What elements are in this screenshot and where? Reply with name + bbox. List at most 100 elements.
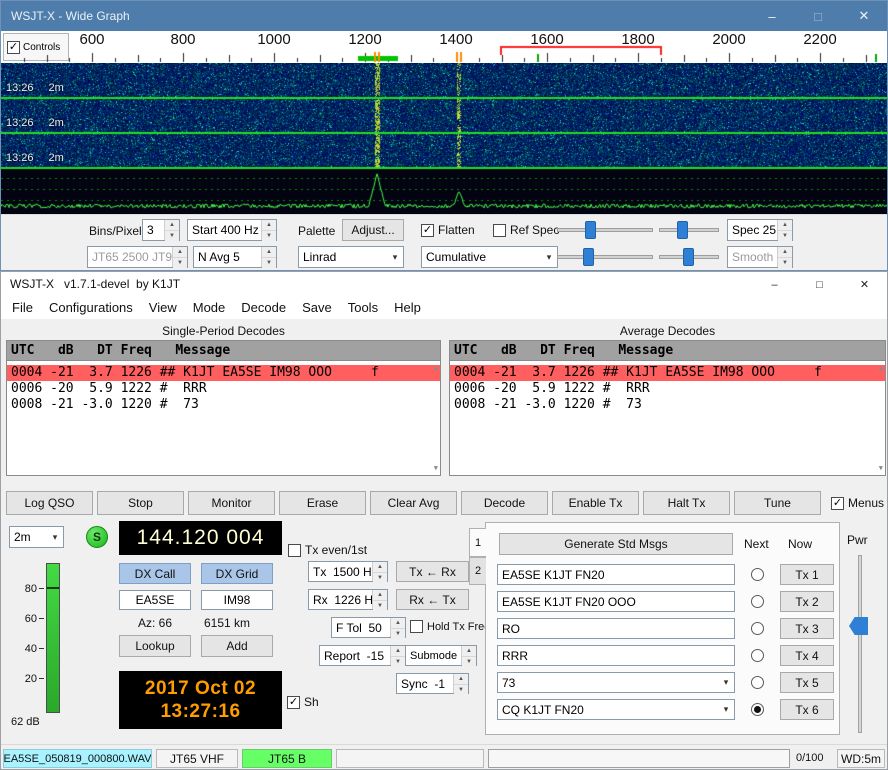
slider-handle[interactable] (585, 221, 596, 239)
halt-tx-button[interactable]: Halt Tx (643, 491, 730, 515)
tx-tab-2[interactable]: 2 (469, 557, 486, 585)
dx-grid-button[interactable]: DX Grid (201, 563, 273, 584)
tx-to-rx-button[interactable]: Tx ← Rx (396, 561, 469, 582)
tx-next-radio-6[interactable] (751, 703, 764, 716)
spin-down-icon[interactable]: ▼ (373, 573, 387, 583)
spin-down-icon[interactable]: ▼ (778, 258, 792, 268)
decode-row[interactable]: 0006 -20 5.9 1222 # RRR (7, 381, 440, 397)
slider-handle[interactable] (583, 248, 594, 266)
spin-up-icon[interactable]: ▲ (391, 646, 405, 657)
tx-even-checkbox[interactable]: Tx even/1st (288, 543, 367, 557)
ftol-spinbox[interactable]: F Tol 50 ▲▼ (331, 617, 406, 638)
spin-down-icon[interactable]: ▼ (165, 231, 179, 241)
erase-button[interactable]: Erase (279, 491, 366, 515)
spin-up-icon[interactable]: ▲ (778, 247, 792, 258)
tune-button[interactable]: Tune (734, 491, 821, 515)
spin-up-icon[interactable]: ▲ (373, 562, 387, 573)
decode-button[interactable]: Decode (461, 491, 548, 515)
spectrum-zero-slider[interactable] (659, 248, 719, 266)
tx-now-button-2[interactable]: Tx 2 (780, 591, 834, 612)
decode-text-area[interactable]: 0004 -21 3.7 1226 ## K1JT EA5SE IM98 OOO… (449, 360, 886, 476)
ref-spec-checkbox[interactable]: Ref Spec (493, 223, 559, 237)
tx-message-field-4[interactable]: RRR (497, 645, 735, 666)
maximize-icon[interactable]: □ (795, 1, 841, 31)
rx-freq-spinbox[interactable]: Rx 1226 Hz ▲▼ (308, 589, 388, 610)
decode-row[interactable]: 0006 -20 5.9 1222 # RRR (450, 381, 885, 397)
tx-next-radio-1[interactable] (751, 568, 764, 581)
spin-up-icon[interactable]: ▲ (778, 220, 792, 231)
menu-help[interactable]: Help (386, 297, 429, 319)
menu-tools[interactable]: Tools (340, 297, 386, 319)
spin-down-icon[interactable]: ▼ (462, 657, 476, 667)
spin-up-icon[interactable]: ▲ (173, 247, 187, 258)
stop-button[interactable]: Stop (97, 491, 184, 515)
rx-to-tx-button[interactable]: Rx ← Tx (396, 589, 469, 610)
n-avg-spinbox[interactable]: N Avg 5 ▲▼ (193, 246, 277, 268)
spin-down-icon[interactable]: ▼ (778, 231, 792, 241)
decode-text-area[interactable]: 0004 -21 3.7 1226 ## K1JT EA5SE IM98 OOO… (6, 360, 441, 476)
spin-up-icon[interactable]: ▲ (262, 247, 276, 258)
chevron-down-icon[interactable]: ▾ (47, 532, 63, 543)
tx-message-field-6[interactable]: CQ K1JT FN20 ▾ (497, 699, 735, 720)
spin-up-icon[interactable]: ▲ (391, 618, 405, 629)
bins-spinbox[interactable]: 3 ▲▼ (142, 219, 180, 241)
enable-tx-button[interactable]: Enable Tx (552, 491, 639, 515)
band-combo[interactable]: 2m ▾ (9, 526, 64, 548)
tx-now-button-4[interactable]: Tx 4 (780, 645, 834, 666)
tx-now-button-5[interactable]: Tx 5 (780, 672, 834, 693)
sync-spinbox[interactable]: Sync -1 ▲▼ (396, 673, 469, 694)
slider-handle[interactable] (677, 221, 688, 239)
smooth-spinbox[interactable]: Smooth 4 ▲▼ (727, 246, 793, 268)
spin-down-icon[interactable]: ▼ (262, 258, 276, 268)
clear-avg-button[interactable]: Clear Avg (370, 491, 457, 515)
decode-row[interactable]: 0008 -21 -3.0 1220 # 73 (7, 397, 440, 413)
monitor-button[interactable]: Monitor (188, 491, 275, 515)
adjust-palette-button[interactable]: Adjust... (342, 219, 404, 241)
generate-std-msgs-button[interactable]: Generate Std Msgs (499, 533, 733, 555)
spec-percent-spinbox[interactable]: Spec 25 % ▲▼ (727, 219, 793, 241)
water<br>fall-canvas[interactable] (1, 63, 888, 214)
scroll-up-icon[interactable]: ▲ (434, 364, 438, 372)
menu-configurations[interactable]: Configurations (41, 297, 141, 319)
menus-checkbox[interactable]: ✓ Menus (831, 496, 884, 510)
tx-message-field-5[interactable]: 73 ▾ (497, 672, 735, 693)
close-icon[interactable]: ✕ (841, 1, 887, 31)
pwr-slider[interactable] (858, 555, 862, 733)
tx-next-radio-4[interactable] (751, 649, 764, 662)
spin-up-icon[interactable]: ▲ (454, 674, 468, 685)
tx-now-button-3[interactable]: Tx 3 (780, 618, 834, 639)
tx-message-field-1[interactable]: EA5SE K1JT FN20 (497, 564, 735, 585)
spin-down-icon[interactable]: ▼ (391, 629, 405, 639)
scroll-down-icon[interactable]: ▼ (879, 464, 883, 472)
spin-down-icon[interactable]: ▼ (262, 231, 276, 241)
pwr-slider-handle[interactable] (849, 617, 868, 635)
tx-now-button-1[interactable]: Tx 1 (780, 564, 834, 585)
spin-up-icon[interactable]: ▲ (165, 220, 179, 231)
slider-handle[interactable] (683, 248, 694, 266)
spin-down-icon[interactable]: ▼ (454, 685, 468, 695)
tx-now-button-6[interactable]: Tx 6 (780, 699, 834, 720)
spectrum-gain-slider[interactable] (557, 248, 653, 266)
spin-up-icon[interactable]: ▲ (462, 646, 476, 657)
chevron-down-icon[interactable]: ▾ (718, 677, 734, 688)
tx-freq-spinbox[interactable]: Tx 1500 Hz ▲▼ (308, 561, 388, 582)
palette-combo[interactable]: Linrad ▾ (298, 246, 404, 268)
spin-up-icon[interactable]: ▲ (262, 220, 276, 231)
close-icon[interactable]: ✕ (842, 272, 887, 297)
tx-next-radio-3[interactable] (751, 622, 764, 635)
maximize-icon[interactable]: □ (797, 272, 842, 297)
log-qso-button[interactable]: Log QSO (6, 491, 93, 515)
menu-file[interactable]: File (4, 297, 41, 319)
minimize-icon[interactable]: – (749, 1, 795, 31)
waterfall-zero-slider[interactable] (659, 221, 719, 239)
spin-down-icon[interactable]: ▼ (173, 258, 187, 268)
dx-grid-field[interactable]: IM98 (201, 590, 273, 610)
decode-row[interactable]: 0004 -21 3.7 1226 ## K1JT EA5SE IM98 OOO… (7, 365, 440, 381)
spin-down-icon[interactable]: ▼ (373, 601, 387, 611)
scroll-up-icon[interactable]: ▲ (879, 364, 883, 372)
report-spinbox[interactable]: Report -15 ▲▼ (319, 645, 406, 666)
tx-tab-1[interactable]: 1 (469, 528, 486, 557)
submode-spinbox[interactable]: Submode B ▲▼ (405, 645, 477, 666)
jt65-jt9-split-spinbox[interactable]: JT65 2500 JT9 ▲▼ (87, 246, 188, 268)
menu-decode[interactable]: Decode (233, 297, 294, 319)
